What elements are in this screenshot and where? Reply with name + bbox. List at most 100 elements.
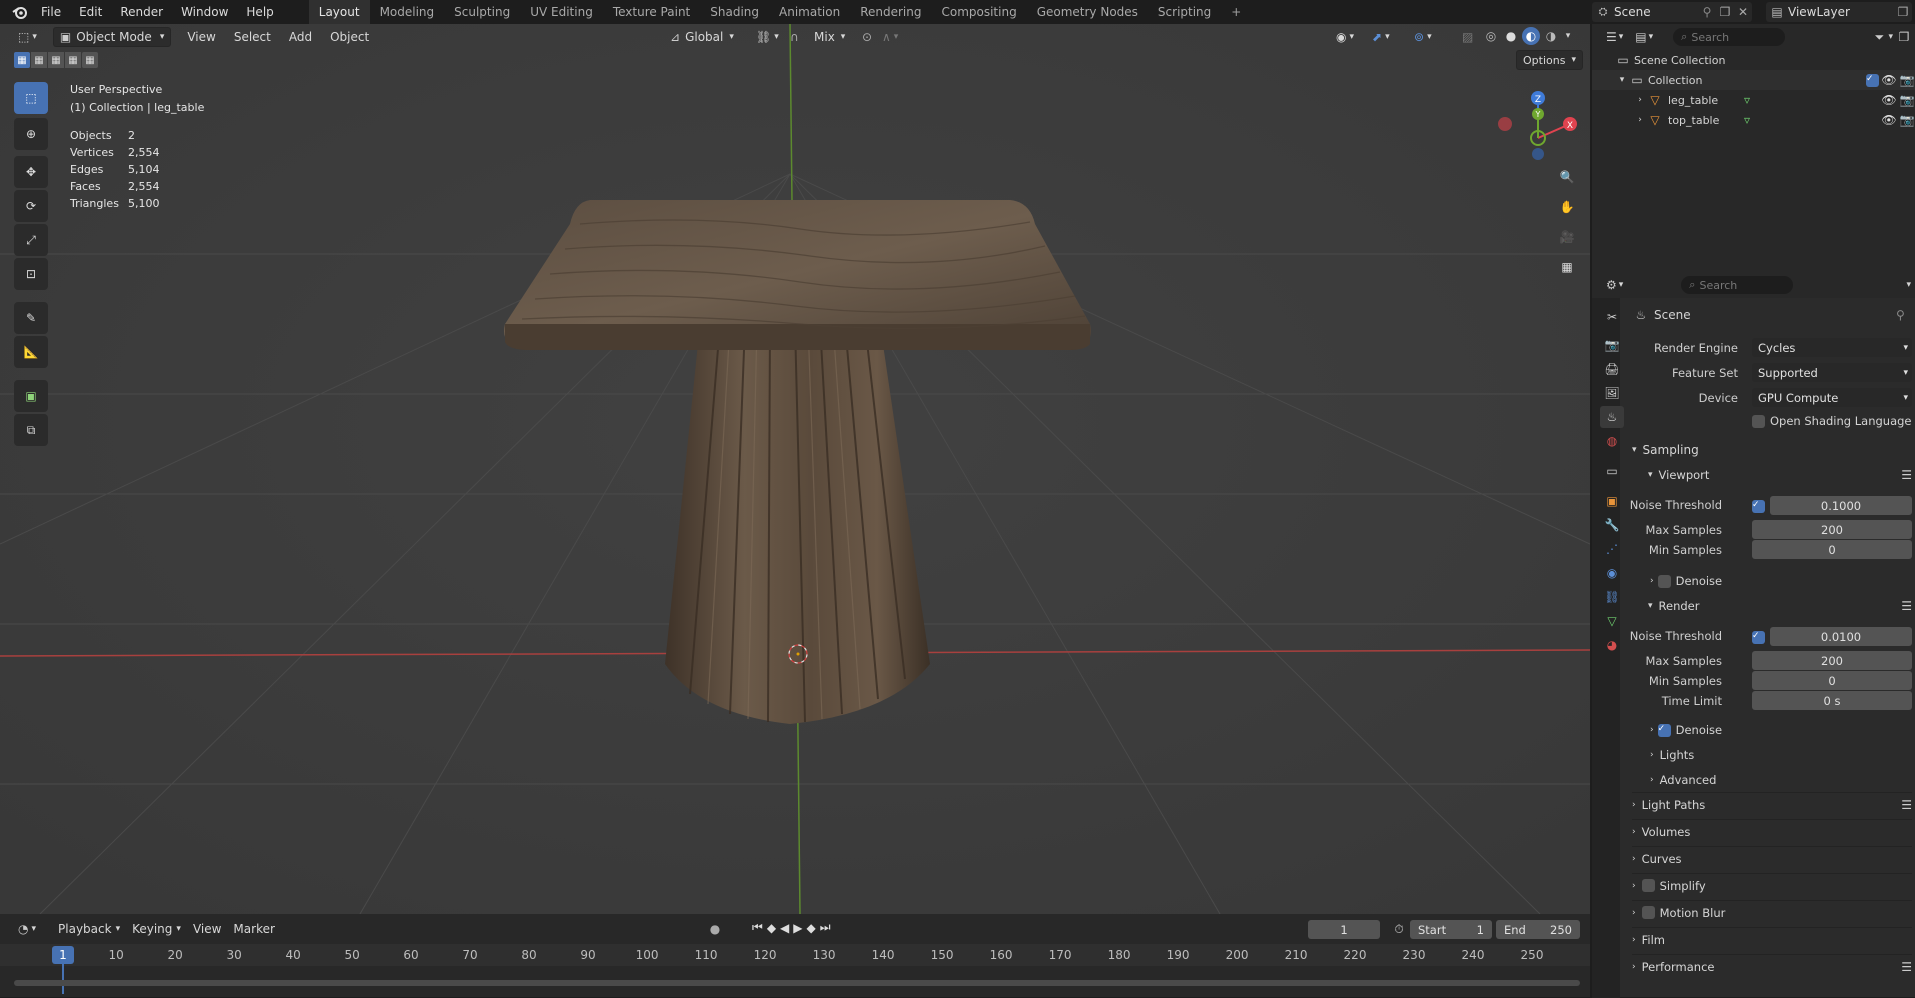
render-engine-dropdown[interactable]: Cycles ▾ bbox=[1752, 338, 1912, 357]
collapse-arrow-icon[interactable]: ▾ bbox=[1616, 75, 1628, 85]
visibility-dropdown[interactable]: ◉ ▾ bbox=[1330, 27, 1360, 47]
extra-object-tool[interactable]: ⧉ bbox=[14, 414, 48, 446]
measure-tool[interactable]: 📐 bbox=[14, 336, 48, 368]
outliner-row-leg-table[interactable]: › ▽ leg_table ▿ 👁 📷 bbox=[1592, 90, 1915, 110]
lights-subpanel[interactable]: › Lights bbox=[1650, 748, 1694, 762]
filter-icon[interactable]: ⏷ bbox=[1870, 30, 1888, 45]
presets-list-icon[interactable]: ☰ bbox=[1901, 599, 1912, 613]
scene-tab-icon[interactable]: ♨ bbox=[1600, 406, 1624, 428]
camera-icon[interactable]: 📷 bbox=[1899, 73, 1915, 87]
vp-noise-threshold-field[interactable]: 0.1000 bbox=[1770, 496, 1912, 515]
new-scene-icon[interactable]: ❐ bbox=[1716, 5, 1734, 19]
vp-denoise-checkbox[interactable] bbox=[1657, 574, 1671, 588]
properties-editor-type[interactable]: ⚙ ▾ bbox=[1600, 275, 1629, 295]
osl-checkbox[interactable] bbox=[1752, 414, 1765, 428]
annotate-tool[interactable]: ✎ bbox=[14, 302, 48, 334]
cursor-tool[interactable]: ⊕ bbox=[14, 118, 48, 150]
advanced-subpanel[interactable]: › Advanced bbox=[1650, 773, 1716, 787]
play-icon[interactable]: ▶ bbox=[793, 920, 802, 935]
tab-rendering[interactable]: Rendering bbox=[850, 0, 931, 24]
outliner-search[interactable]: ⌕ Search bbox=[1673, 28, 1786, 46]
eye-icon[interactable]: 👁 bbox=[1879, 73, 1899, 87]
pin-icon[interactable]: ⚲ bbox=[1896, 308, 1905, 322]
camera-icon[interactable]: 📷 bbox=[1899, 113, 1915, 127]
volumes-panel[interactable]: › Volumes bbox=[1632, 819, 1912, 843]
start-frame-field[interactable]: Start 1 bbox=[1410, 920, 1492, 939]
r-min-samples-field[interactable]: 0 bbox=[1752, 671, 1912, 690]
device-dropdown[interactable]: GPU Compute ▾ bbox=[1752, 388, 1912, 407]
delete-scene-icon[interactable]: ✕ bbox=[1734, 5, 1752, 19]
tab-animation[interactable]: Animation bbox=[769, 0, 850, 24]
mesh-data-icon[interactable]: ▿ bbox=[1738, 113, 1756, 127]
menu-file[interactable]: File bbox=[32, 0, 70, 24]
simplify-panel[interactable]: › Simplify bbox=[1632, 873, 1912, 897]
select-subtract-icon[interactable]: ▦ bbox=[48, 52, 64, 68]
properties-search[interactable]: ⌕ Search bbox=[1681, 276, 1794, 294]
presets-list-icon[interactable]: ☰ bbox=[1901, 798, 1912, 812]
view-layer-selector[interactable]: ▤ ViewLayer ❐ bbox=[1766, 2, 1912, 22]
preview-range-icon[interactable]: ⏱ bbox=[1390, 920, 1408, 938]
time-limit-field[interactable]: 0 s bbox=[1752, 691, 1912, 710]
transform-tool[interactable]: ⊡ bbox=[14, 258, 48, 290]
menu-select[interactable]: Select bbox=[228, 27, 277, 47]
outliner-row-top-table[interactable]: › ▽ top_table ▿ 👁 📷 bbox=[1592, 110, 1915, 130]
light-paths-panel[interactable]: › Light Paths ☰ bbox=[1632, 792, 1912, 816]
viewport-subpanel-header[interactable]: ▾ Viewport ☰ bbox=[1648, 468, 1912, 482]
eye-icon[interactable]: 👁 bbox=[1879, 93, 1899, 107]
solid-shading-icon[interactable]: ● bbox=[1502, 27, 1520, 45]
zoom-icon[interactable]: 🔍 bbox=[1556, 166, 1578, 188]
new-view-layer-icon[interactable]: ❐ bbox=[1894, 5, 1912, 19]
vp-min-samples-field[interactable]: 0 bbox=[1752, 540, 1912, 559]
add-workspace-icon[interactable]: + bbox=[1221, 0, 1251, 24]
pivot-point-dropdown[interactable]: ⛓ ▾ bbox=[750, 27, 785, 47]
camera-view-icon[interactable]: 🎥 bbox=[1556, 226, 1578, 248]
eye-icon[interactable]: 👁 bbox=[1879, 113, 1899, 127]
jump-start-icon[interactable]: ⏮ bbox=[752, 920, 763, 935]
tab-uv-editing[interactable]: UV Editing bbox=[520, 0, 603, 24]
rotate-tool[interactable]: ⟳ bbox=[14, 190, 48, 222]
r-max-samples-field[interactable]: 200 bbox=[1752, 651, 1912, 670]
r-denoise-checkbox[interactable]: ✓ bbox=[1657, 723, 1671, 737]
menu-help[interactable]: Help bbox=[237, 0, 282, 24]
jump-end-icon[interactable]: ⏭ bbox=[820, 920, 831, 935]
material-shading-icon[interactable]: ◐ bbox=[1522, 27, 1540, 45]
menu-window[interactable]: Window bbox=[172, 0, 237, 24]
prev-keyframe-icon[interactable]: ◆ bbox=[767, 920, 776, 935]
end-frame-field[interactable]: End 250 bbox=[1496, 920, 1580, 939]
menu-add[interactable]: Add bbox=[283, 27, 318, 47]
tab-texture-paint[interactable]: Texture Paint bbox=[603, 0, 700, 24]
select-new-icon[interactable]: ▦ bbox=[14, 52, 30, 68]
snap-toggle[interactable]: ∩ bbox=[784, 27, 805, 47]
gizmo-toggle[interactable]: ⬈ ▾ bbox=[1366, 27, 1396, 47]
marker-menu[interactable]: Marker bbox=[227, 919, 280, 939]
r-noise-threshold-field[interactable]: 0.0100 bbox=[1770, 627, 1912, 646]
sampling-panel-header[interactable]: ▾ Sampling bbox=[1632, 443, 1912, 457]
performance-panel[interactable]: › Performance ☰ bbox=[1632, 954, 1912, 978]
proportional-edit-toggle[interactable]: ⊙ bbox=[856, 27, 878, 47]
wireframe-shading-icon[interactable]: ◎ bbox=[1482, 27, 1500, 45]
timeline-scrollbar[interactable] bbox=[14, 980, 1580, 986]
play-reverse-icon[interactable]: ◀ bbox=[780, 920, 789, 935]
tab-geometry-nodes[interactable]: Geometry Nodes bbox=[1027, 0, 1148, 24]
snap-target-dropdown[interactable]: Mix ▾ bbox=[808, 27, 851, 47]
move-tool[interactable]: ✥ bbox=[14, 156, 48, 188]
current-frame-field[interactable]: 1 bbox=[1308, 920, 1380, 939]
feature-set-dropdown[interactable]: Supported ▾ bbox=[1752, 363, 1912, 382]
falloff-dropdown[interactable]: ∧ ▾ bbox=[876, 27, 904, 47]
r-noise-threshold-checkbox[interactable]: ✓ bbox=[1752, 631, 1765, 644]
physics-tab-icon[interactable]: ◉ bbox=[1600, 562, 1624, 584]
pin-icon[interactable]: ⚲ bbox=[1698, 5, 1716, 19]
motion-blur-panel[interactable]: › Motion Blur bbox=[1632, 900, 1912, 924]
tab-compositing[interactable]: Compositing bbox=[931, 0, 1026, 24]
collection-tab-icon[interactable]: ▭ bbox=[1600, 460, 1624, 482]
motion-blur-checkbox[interactable] bbox=[1641, 906, 1655, 919]
scale-tool[interactable]: ⤢ bbox=[14, 224, 48, 256]
presets-list-icon[interactable]: ☰ bbox=[1901, 960, 1912, 974]
select-box-tool[interactable]: ⬚ bbox=[14, 82, 48, 114]
rendered-shading-icon[interactable]: ◑ bbox=[1542, 27, 1560, 45]
tool-tab-icon[interactable]: ✂ bbox=[1600, 306, 1624, 328]
pan-hand-icon[interactable]: ✋ bbox=[1556, 196, 1578, 218]
xray-toggle[interactable]: ▨ bbox=[1456, 27, 1479, 47]
3d-viewport[interactable]: ⬚ ▾ ▣ Object Mode ▾ View Select Add Objec… bbox=[0, 24, 1590, 914]
presets-list-icon[interactable]: ☰ bbox=[1901, 468, 1912, 482]
